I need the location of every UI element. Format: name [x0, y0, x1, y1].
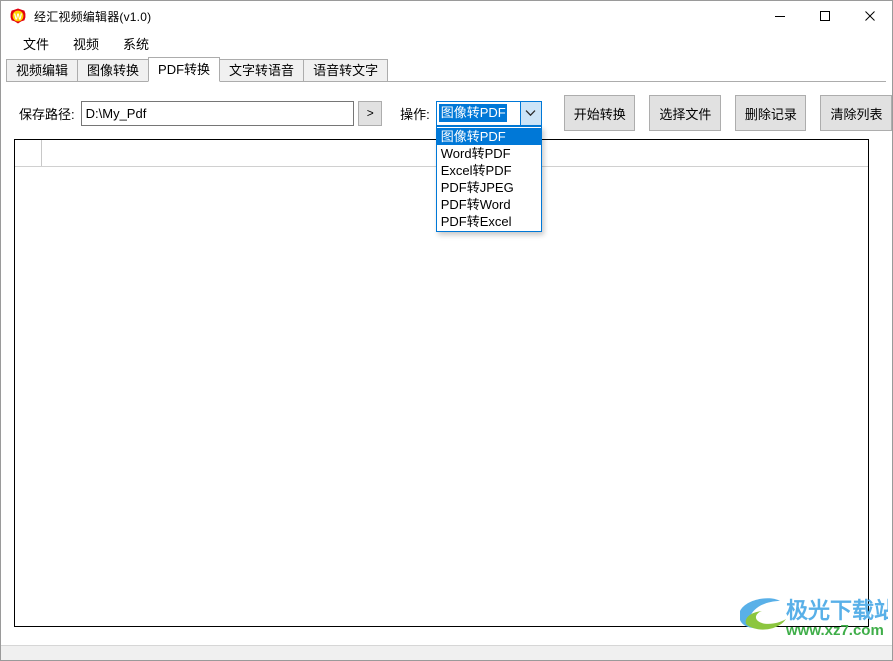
- menu-item-system[interactable]: 系统: [111, 32, 161, 55]
- tab-video-edit[interactable]: 视频编辑: [6, 59, 79, 81]
- operation-dropdown-list[interactable]: 图像转PDF Word转PDF Excel转PDF PDF转JPEG PDF转W…: [435, 125, 542, 232]
- start-convert-button[interactable]: 开始转换: [563, 95, 636, 131]
- application-window: W 经汇视频编辑器(v1.0) 文件 视频 系统 视频编辑 图像转换 PDF转换…: [0, 0, 893, 661]
- operation-label: 操作:: [400, 106, 430, 122]
- svg-text:W: W: [14, 11, 23, 21]
- tab-image-convert[interactable]: 图像转换: [77, 59, 150, 81]
- browse-path-button[interactable]: >: [358, 100, 383, 126]
- dropdown-option-pdf-to-word[interactable]: PDF转Word: [437, 196, 541, 213]
- grid-column-header-checkbox[interactable]: [15, 140, 42, 166]
- dropdown-option-pdf-to-jpeg[interactable]: PDF转JPEG: [437, 179, 541, 196]
- tab-bar: 视频编辑 图像转换 PDF转换 文字转语音 语音转文字: [6, 55, 886, 82]
- menu-item-video[interactable]: 视频: [61, 32, 111, 55]
- toolbar-row: 保存路径: > 操作: 图像转PDF 图像转PDF Word转PDF Excel…: [1, 95, 892, 232]
- clear-list-button[interactable]: 清除列表: [820, 95, 892, 131]
- menu-bar: 文件 视频 系统: [1, 31, 892, 55]
- save-path-input[interactable]: [80, 100, 355, 126]
- bottom-strip: [1, 645, 892, 660]
- window-controls: [757, 1, 892, 31]
- tab-panel-pdf-convert: 保存路径: > 操作: 图像转PDF 图像转PDF Word转PDF Excel…: [1, 82, 892, 645]
- tab-text-to-speech[interactable]: 文字转语音: [219, 59, 305, 81]
- chevron-down-icon[interactable]: [519, 101, 541, 125]
- delete-record-button[interactable]: 删除记录: [734, 95, 807, 131]
- choose-file-button[interactable]: 选择文件: [649, 95, 721, 131]
- dropdown-option-excel-to-pdf[interactable]: Excel转PDF: [437, 162, 541, 179]
- tab-pdf-convert[interactable]: PDF转换: [148, 57, 221, 82]
- title-bar: W 经汇视频编辑器(v1.0): [1, 1, 892, 31]
- dropdown-option-image-to-pdf[interactable]: 图像转PDF: [436, 127, 541, 145]
- operation-combobox-wrapper: 图像转PDF 图像转PDF Word转PDF Excel转PDF PDF转JPE…: [435, 100, 542, 232]
- dropdown-option-pdf-to-excel[interactable]: PDF转Excel: [437, 213, 541, 230]
- window-title: 经汇视频编辑器(v1.0): [34, 9, 152, 24]
- minimize-icon[interactable]: [757, 1, 802, 31]
- close-icon[interactable]: [847, 1, 892, 31]
- tab-speech-to-text[interactable]: 语音转文字: [303, 59, 389, 81]
- grid-body-empty[interactable]: [15, 167, 868, 626]
- menu-item-file[interactable]: 文件: [11, 32, 61, 55]
- dropdown-option-word-to-pdf[interactable]: Word转PDF: [437, 145, 541, 162]
- maximize-icon[interactable]: [802, 1, 847, 31]
- save-path-label: 保存路径:: [19, 106, 75, 122]
- operation-selected-value: 图像转PDF: [438, 104, 507, 122]
- app-logo-w-icon: W: [10, 8, 26, 24]
